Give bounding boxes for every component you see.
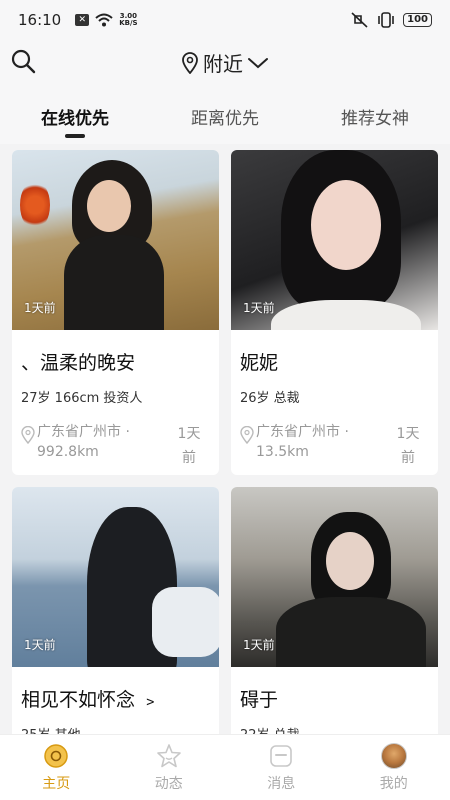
profile-location-text: 广东省广州市 · 992.8km bbox=[37, 424, 130, 460]
profile-photo: 1天前 bbox=[231, 487, 438, 667]
sort-tabs: 在线优先 距离优先 推荐女神 bbox=[0, 88, 450, 144]
tab-distance-first[interactable]: 距离优先 bbox=[185, 88, 265, 144]
profile-last-active-1: 1天 bbox=[396, 426, 420, 442]
location-label: 附近 bbox=[203, 52, 243, 76]
vibrate-icon bbox=[378, 12, 394, 28]
bottom-tab-bar: 主页 动态 消息 我的 bbox=[0, 734, 450, 800]
profile-location: 广东省广州市 · 992.8km 1天 前 bbox=[21, 422, 207, 470]
profile-location: 广东省广州市 · 13.5km 1天 前 bbox=[240, 422, 426, 470]
profile-photo: 1天前 bbox=[12, 150, 219, 330]
tab-moments-label: 动态 bbox=[154, 775, 183, 792]
profile-last-active: 1天 前 bbox=[390, 422, 426, 470]
profile-card[interactable]: 1天前 妮妮 26岁 总裁 广东省广州市 · 13.5km 1天 前 bbox=[231, 150, 438, 475]
wifi-icon bbox=[95, 13, 113, 27]
network-speed-unit: KB/S bbox=[119, 19, 138, 27]
profile-location-text: 广东省广州市 · 13.5km bbox=[256, 424, 349, 460]
profile-meta: 27岁 166cm 投资人 bbox=[21, 391, 143, 406]
avatar bbox=[380, 742, 407, 769]
profile-card[interactable]: 1天前 、温柔的晚安 27岁 166cm 投资人 广东省广州市 · 992.8k… bbox=[12, 150, 219, 475]
profile-last-active-2: 前 bbox=[401, 450, 415, 466]
chevron-down-icon bbox=[247, 56, 269, 70]
tab-messages-label: 消息 bbox=[267, 775, 296, 792]
message-icon bbox=[268, 743, 294, 769]
tab-moments[interactable]: 动态 bbox=[113, 735, 226, 800]
tab-profile-label: 我的 bbox=[379, 775, 408, 792]
tab-profile[interactable]: 我的 bbox=[338, 735, 450, 800]
status-bar: 16:10 ✕ 3.00 KB/S 100 bbox=[0, 0, 450, 40]
profile-name: 、温柔的晚安 bbox=[21, 352, 136, 374]
location-pin-icon bbox=[240, 426, 254, 444]
tab-messages[interactable]: 消息 bbox=[225, 735, 338, 800]
profile-photo: 1天前 bbox=[231, 150, 438, 330]
profile-grid: 1天前 、温柔的晚安 27岁 166cm 投资人 广东省广州市 · 992.8k… bbox=[12, 150, 438, 800]
network-speed: 3.00 KB/S bbox=[119, 13, 137, 27]
active-time-badge: 1天前 bbox=[24, 638, 56, 652]
notification-icon: ✕ bbox=[75, 14, 90, 26]
active-time-badge: 1天前 bbox=[243, 638, 275, 652]
profile-name: 妮妮 bbox=[240, 352, 279, 374]
top-header: 附近 bbox=[0, 40, 450, 88]
location-pin-icon bbox=[21, 426, 35, 444]
location-pin-icon bbox=[181, 51, 199, 74]
battery-indicator: 100 bbox=[403, 13, 432, 27]
tab-online-first[interactable]: 在线优先 bbox=[35, 88, 115, 144]
profile-last-active-1: 1天 bbox=[177, 426, 201, 442]
active-time-badge: 1天前 bbox=[243, 301, 275, 315]
tab-home[interactable]: 主页 bbox=[0, 735, 113, 800]
tab-recommended[interactable]: 推荐女神 bbox=[335, 88, 415, 144]
home-icon bbox=[43, 743, 69, 769]
profile-name: 碍于 bbox=[240, 689, 279, 711]
status-time: 16:10 bbox=[18, 11, 62, 29]
profile-photo: 1天前 bbox=[12, 487, 219, 667]
tab-home-label: 主页 bbox=[42, 775, 71, 792]
profile-meta: 26岁 总裁 bbox=[240, 391, 300, 406]
mute-icon bbox=[351, 12, 368, 28]
location-selector[interactable]: 附近 bbox=[0, 48, 450, 77]
active-time-badge: 1天前 bbox=[24, 301, 56, 315]
profile-name: 相见不如怀念 ﹥ bbox=[21, 689, 161, 711]
profile-last-active-2: 前 bbox=[182, 450, 196, 466]
tab-profile-icon-wrap bbox=[380, 742, 407, 769]
star-icon bbox=[156, 743, 182, 769]
profile-last-active: 1天 前 bbox=[171, 422, 207, 470]
